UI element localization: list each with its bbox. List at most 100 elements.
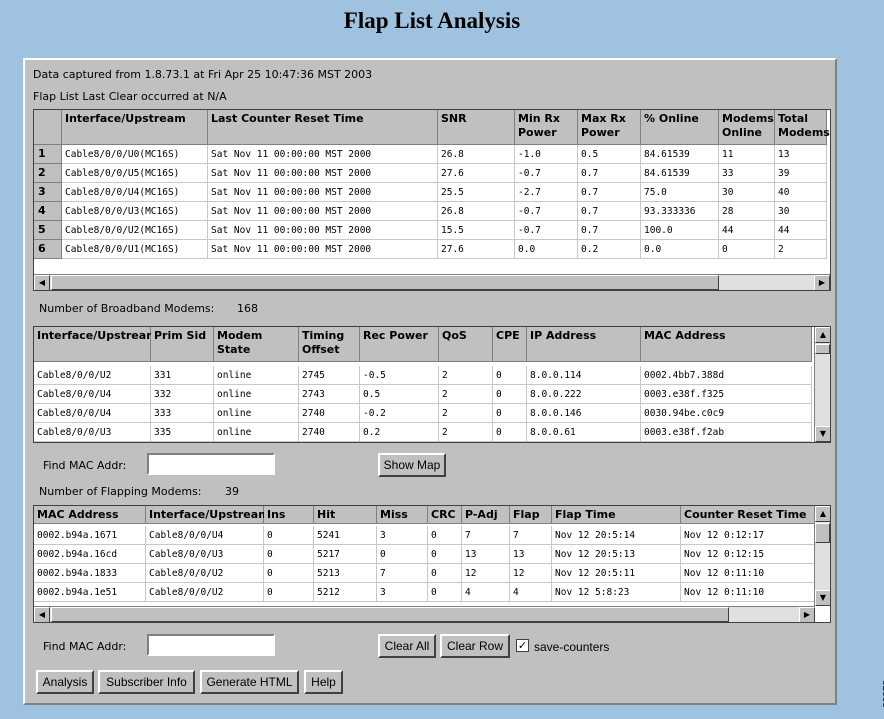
table-cell[interactable]: Cable8/0/0/U0(MC16S) — [62, 145, 208, 164]
clear-all-button[interactable]: Clear All — [378, 634, 436, 658]
table-cell[interactable]: 7 — [462, 526, 510, 545]
column-header[interactable]: Max Rx Power — [578, 110, 641, 145]
table-cell[interactable]: 84.61539 — [641, 164, 719, 183]
column-header[interactable]: Min Rx Power — [515, 110, 578, 145]
table-cell[interactable]: 0.7 — [578, 183, 641, 202]
table-cell[interactable]: 12 — [510, 564, 552, 583]
table-cell[interactable]: 15.5 — [438, 221, 515, 240]
table-cell[interactable]: 27.6 — [438, 164, 515, 183]
table-cell[interactable]: 7 — [510, 526, 552, 545]
table-cell[interactable]: 0030.94be.c0c9 — [641, 404, 812, 423]
table-cell[interactable]: 28 — [719, 202, 775, 221]
table-cell[interactable]: Sat Nov 11 00:00:00 MST 2000 — [208, 240, 438, 259]
table-cell[interactable]: 7 — [377, 564, 428, 583]
column-header[interactable]: Hit — [314, 506, 377, 524]
table-cell[interactable]: 2 — [775, 240, 827, 259]
table-cell[interactable]: 26.8 — [438, 145, 515, 164]
scroll-up-icon[interactable]: ▲ — [815, 506, 830, 522]
table-cell[interactable]: 8.0.0.222 — [527, 385, 641, 404]
table-cell[interactable]: 84.61539 — [641, 145, 719, 164]
table-cell[interactable]: online — [214, 404, 299, 423]
column-header[interactable]: Interface/Upstream — [62, 110, 208, 145]
table-cell[interactable]: 8.0.0.61 — [527, 423, 641, 442]
column-header[interactable]: Timing Offset — [299, 327, 360, 362]
table-cell[interactable]: 0002.b94a.1833 — [34, 564, 146, 583]
table-cell[interactable]: 335 — [151, 423, 214, 442]
scroll-down-icon[interactable]: ▼ — [815, 590, 830, 606]
column-header[interactable]: P-Adj — [462, 506, 510, 524]
table-cell[interactable]: 2 — [439, 423, 493, 442]
table-cell[interactable]: Nov 12 5:8:23 — [552, 583, 681, 602]
table-cell[interactable]: 0002.b94a.1671 — [34, 526, 146, 545]
column-header[interactable]: MAC Address — [641, 327, 812, 362]
table-cell[interactable]: Nov 12 0:12:17 — [681, 526, 815, 545]
table-cell[interactable]: 75.0 — [641, 183, 719, 202]
scrollbar-thumb[interactable] — [51, 275, 719, 290]
table-cell[interactable]: Cable8/0/0/U4 — [34, 404, 151, 423]
modem-table[interactable]: Interface/Upstream Prim Sid Modem State Tim… — [33, 326, 831, 443]
column-header[interactable]: Rec Power — [360, 327, 439, 362]
table-cell[interactable]: 0 — [264, 545, 314, 564]
table-cell[interactable]: 4 — [510, 583, 552, 602]
vertical-scrollbar[interactable]: ▲ ▼ — [814, 327, 830, 442]
table-cell[interactable]: 331 — [151, 366, 214, 385]
table-cell[interactable]: 2 — [439, 404, 493, 423]
clear-row-button[interactable]: Clear Row — [440, 634, 510, 658]
table-cell[interactable]: 30 — [719, 183, 775, 202]
table-cell[interactable]: Cable8/0/0/U2 — [146, 564, 264, 583]
table-cell[interactable]: Nov 12 20:5:13 — [552, 545, 681, 564]
column-header[interactable]: Counter Reset Time — [681, 506, 815, 524]
show-map-button[interactable]: Show Map — [378, 453, 446, 477]
table-cell[interactable]: -0.5 — [360, 366, 439, 385]
table-cell[interactable]: 25.5 — [438, 183, 515, 202]
table-cell[interactable]: 333 — [151, 404, 214, 423]
table-cell[interactable]: 0 — [428, 564, 462, 583]
table-cell[interactable]: 3 — [377, 526, 428, 545]
table-cell[interactable]: 30 — [775, 202, 827, 221]
flap-table[interactable]: MAC Address Interface/Upstream Ins Hit Miss C… — [33, 505, 831, 623]
table-cell[interactable]: 0 — [264, 526, 314, 545]
table-cell[interactable]: Cable8/0/0/U4 — [34, 385, 151, 404]
scroll-right-icon[interactable]: ▶ — [799, 607, 815, 622]
column-header[interactable]: Flap — [510, 506, 552, 524]
table-cell[interactable]: -0.7 — [515, 164, 578, 183]
table-cell[interactable]: 0003.e38f.f2ab — [641, 423, 812, 442]
table-cell[interactable]: -1.0 — [515, 145, 578, 164]
scroll-left-icon[interactable]: ◀ — [34, 607, 50, 622]
table-cell[interactable]: 26.8 — [438, 202, 515, 221]
table-cell[interactable]: 0 — [719, 240, 775, 259]
help-button[interactable]: Help — [304, 670, 343, 694]
table-cell[interactable]: 100.0 — [641, 221, 719, 240]
table-cell[interactable]: Nov 12 0:11:10 — [681, 583, 815, 602]
column-header[interactable]: Total Modems — [775, 110, 830, 145]
table-cell[interactable]: 0.7 — [578, 164, 641, 183]
table-cell[interactable]: Cable8/0/0/U2 — [146, 583, 264, 602]
table-cell[interactable]: 93.333336 — [641, 202, 719, 221]
table-cell[interactable]: Cable8/0/0/U3(MC16S) — [62, 202, 208, 221]
table-cell[interactable]: Nov 12 0:11:10 — [681, 564, 815, 583]
upstream-table[interactable]: Interface/Upstream Last Counter Reset Tim… — [33, 109, 831, 291]
table-cell[interactable]: 8.0.0.114 — [527, 366, 641, 385]
table-cell[interactable]: 0.0 — [641, 240, 719, 259]
find-mac-input[interactable] — [147, 453, 275, 475]
table-cell[interactable]: Cable8/0/0/U1(MC16S) — [62, 240, 208, 259]
table-cell[interactable]: 2740 — [299, 423, 360, 442]
table-cell[interactable]: 0 — [264, 564, 314, 583]
column-header[interactable]: IP Address — [527, 327, 641, 362]
column-header[interactable]: Flap Time — [552, 506, 681, 524]
find-mac-input-2[interactable] — [147, 634, 275, 656]
scrollbar-thumb[interactable] — [815, 344, 830, 354]
table-cell[interactable]: 5217 — [314, 545, 377, 564]
column-header[interactable]: Ins — [264, 506, 314, 524]
table-cell[interactable]: 332 — [151, 385, 214, 404]
vertical-scrollbar[interactable]: ▲ ▼ — [814, 506, 830, 606]
table-cell[interactable]: 0.2 — [360, 423, 439, 442]
table-cell[interactable]: online — [214, 423, 299, 442]
table-cell[interactable]: 0.7 — [578, 202, 641, 221]
table-cell[interactable]: 0.0 — [515, 240, 578, 259]
table-cell[interactable]: -0.2 — [360, 404, 439, 423]
table-cell[interactable]: 2 — [439, 366, 493, 385]
table-cell[interactable]: 2740 — [299, 404, 360, 423]
table-cell[interactable]: 3 — [377, 583, 428, 602]
table-cell[interactable]: 0 — [493, 385, 527, 404]
